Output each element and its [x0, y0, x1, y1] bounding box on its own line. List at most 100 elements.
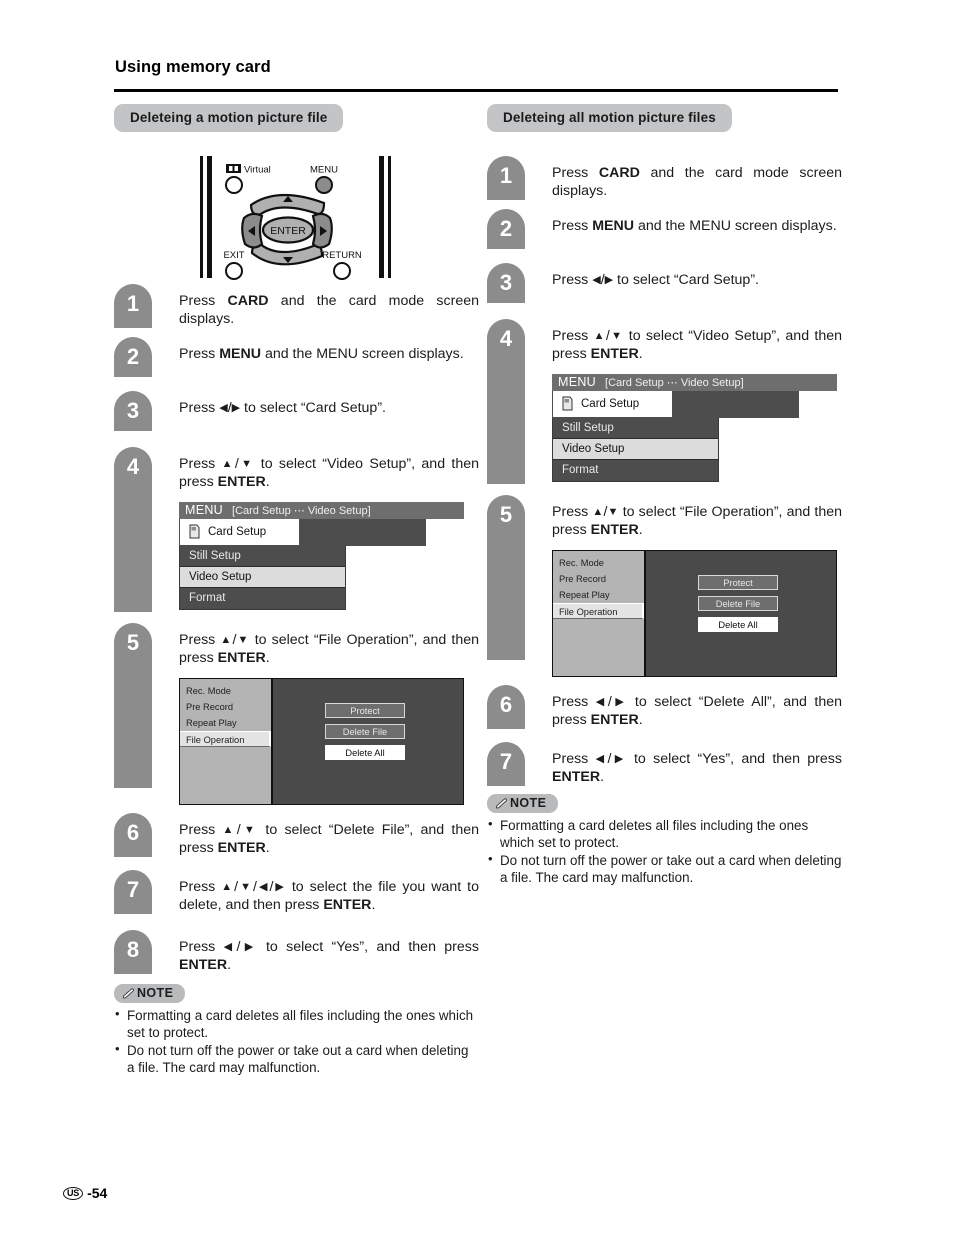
- osd-tab-label: Card Setup: [208, 525, 267, 538]
- step-4-number: 4: [114, 447, 152, 612]
- step-8-number: 8: [114, 930, 152, 974]
- osd-panel-item-pre-record[interactable]: Pre Record: [180, 699, 271, 715]
- osd-row-format[interactable]: Format: [553, 459, 718, 481]
- osd-panel-menu-list: Rec. Mode Pre Record Repeat Play File Op…: [553, 550, 646, 676]
- step-r7-text: Press ◀/▶ to select “Yes”, and then pres…: [552, 751, 842, 786]
- osd-button-delete-file[interactable]: Delete File: [698, 595, 778, 611]
- osd-tab-card-setup[interactable]: Card Setup: [179, 518, 300, 546]
- osd-row-still-setup[interactable]: Still Setup: [553, 417, 718, 439]
- pencil-icon: [122, 988, 135, 999]
- osd-menu-breadcrumb: [Card Setup ⋯ Video Setup]: [232, 504, 371, 517]
- right-column: Deleteing all motion picture files 1 Pre…: [487, 104, 842, 888]
- osd-panel-item-file-operation[interactable]: File Operation: [553, 602, 644, 619]
- left-steps: 1 Press CARD and the card mode screen di…: [114, 284, 479, 988]
- step-8-text: Press ◀/▶ to select “Yes”, and then pres…: [179, 939, 479, 974]
- step-8: 8 Press ◀/▶ to select “Yes”, and then pr…: [114, 930, 479, 988]
- osd-panel-item-pre-record[interactable]: Pre Record: [553, 571, 644, 587]
- step-1: 1 Press CARD and the card mode screen di…: [114, 284, 479, 337]
- step-4: 4 Press ▲/▼ to select “Video Setup”, and…: [114, 447, 479, 623]
- step-6-text: Press ▲/▼ to select “Delete File”, and t…: [179, 822, 480, 857]
- remote-control-illustration: Virtual MENU ENTER EXIT RETURN: [114, 152, 479, 284]
- svg-text:Virtual: Virtual: [244, 165, 271, 176]
- step-r2-text: Press MENU and the MENU screen displays.: [552, 218, 837, 234]
- step-r3-text: Press ◀/▶ to select “Card Setup”.: [552, 272, 759, 288]
- osd-panel-menu-list: Rec. Mode Pre Record Repeat Play File Op…: [180, 678, 273, 804]
- osd-panel-item-repeat-play[interactable]: Repeat Play: [180, 715, 271, 731]
- step-5: 5 Press ▲/▼ to select “File Operation”, …: [114, 623, 479, 813]
- step-r2: 2 Press MENU and the MENU screen display…: [487, 209, 842, 263]
- osd-tab-row: Card Setup: [552, 390, 837, 418]
- osd-panel-item-repeat-play[interactable]: Repeat Play: [553, 587, 644, 603]
- osd-file-operation-screenshot-right: Rec. Mode Pre Record Repeat Play File Op…: [552, 549, 837, 677]
- osd-button-protect[interactable]: Protect: [325, 702, 405, 718]
- note-list-right: Formatting a card deletes all files incl…: [487, 816, 842, 887]
- osd-menu-titlebar: MENU [Card Setup ⋯ Video Setup]: [179, 501, 464, 519]
- osd-button-delete-file[interactable]: Delete File: [325, 723, 405, 739]
- osd-panel-buttons: Protect Delete File Delete All: [273, 678, 463, 804]
- osd-row-video-setup[interactable]: Video Setup: [553, 438, 718, 460]
- step-2-number: 2: [114, 337, 152, 377]
- note-item: Do not turn off the power or take out a …: [487, 851, 842, 886]
- osd-menu-title: MENU: [185, 502, 224, 517]
- note-badge-text-left: NOTE: [137, 986, 174, 1000]
- step-r5: 5 Press ▲/▼ to select “File Operation”, …: [487, 495, 842, 685]
- manual-page: Using memory card Deleteing a motion pic…: [0, 0, 954, 1235]
- memory-card-icon: [562, 396, 573, 411]
- step-3-text: Press ◀/▶ to select “Card Setup”.: [179, 400, 386, 416]
- note-item: Formatting a card deletes all files incl…: [114, 1006, 479, 1041]
- osd-button-protect[interactable]: Protect: [698, 574, 778, 590]
- osd-menu-title: MENU: [558, 374, 597, 389]
- section-heading-left: Deleteing a motion picture file: [114, 104, 344, 132]
- step-7-text: Press ▲/▼/◀/▶ to select the file you wan…: [179, 879, 479, 914]
- region-mark: US: [63, 1186, 84, 1200]
- osd-row-format[interactable]: Format: [180, 587, 345, 609]
- osd-button-delete-all[interactable]: Delete All: [698, 616, 778, 632]
- osd-row-still-setup[interactable]: Still Setup: [180, 545, 345, 567]
- step-4-text: Press ▲/▼ to select “Video Setup”, and t…: [179, 456, 480, 491]
- note-block-right: NOTE Formatting a card deletes all files…: [487, 794, 842, 887]
- page-title: Using memory card: [115, 58, 271, 76]
- step-7: 7 Press ▲/▼/◀/▶ to select the file you w…: [114, 870, 479, 930]
- step-r5-text: Press ▲/▼ to select “File Operation”, an…: [552, 504, 842, 539]
- step-r1-text: Press CARD and the card mode screen disp…: [552, 165, 842, 200]
- svg-text:RETURN: RETURN: [322, 250, 362, 261]
- step-2-text: Press MENU and the MENU screen displays.: [179, 346, 464, 362]
- step-7-number: 7: [114, 870, 152, 914]
- osd-panel-item-rec-mode[interactable]: Rec. Mode: [180, 683, 271, 699]
- osd-row-video-setup[interactable]: Video Setup: [180, 566, 345, 588]
- osd-tab-card-setup[interactable]: Card Setup: [552, 390, 673, 418]
- page-footer: US -54: [63, 1185, 107, 1201]
- osd-tab-label: Card Setup: [581, 397, 640, 410]
- step-r3-number: 3: [487, 263, 525, 303]
- osd-button-delete-all[interactable]: Delete All: [325, 744, 405, 760]
- step-r1-number: 1: [487, 156, 525, 200]
- right-steps: 1 Press CARD and the card mode screen di…: [487, 156, 842, 800]
- step-r7-number: 7: [487, 742, 525, 786]
- step-3: 3 Press ◀/▶ to select “Card Setup”.: [114, 391, 479, 447]
- step-r4-number: 4: [487, 319, 525, 484]
- step-1-number: 1: [114, 284, 152, 328]
- note-item: Formatting a card deletes all files incl…: [487, 816, 842, 851]
- step-r6: 6 Press ◀/▶ to select “Delete All”, and …: [487, 685, 842, 742]
- title-divider: [114, 89, 838, 92]
- osd-menu-list: Still Setup Video Setup Format: [552, 417, 719, 482]
- step-1-text: Press CARD and the card mode screen disp…: [179, 293, 479, 328]
- step-r6-text: Press ◀/▶ to select “Delete All”, and th…: [552, 694, 842, 729]
- note-block-left: NOTE Formatting a card deletes all files…: [114, 984, 479, 1077]
- osd-tab-blank: [300, 518, 426, 546]
- section-heading-right: Deleteing all motion picture files: [487, 104, 732, 132]
- remote-control-svg: Virtual MENU ENTER EXIT RETURN: [200, 156, 391, 280]
- svg-text:MENU: MENU: [310, 165, 338, 176]
- step-r2-number: 2: [487, 209, 525, 249]
- osd-panel-item-rec-mode[interactable]: Rec. Mode: [553, 555, 644, 571]
- step-r6-number: 6: [487, 685, 525, 729]
- osd-menu-breadcrumb: [Card Setup ⋯ Video Setup]: [605, 376, 744, 389]
- step-r1: 1 Press CARD and the card mode screen di…: [487, 156, 842, 209]
- osd-panel-item-file-operation[interactable]: File Operation: [180, 730, 271, 747]
- osd-file-operation-screenshot-left: Rec. Mode Pre Record Repeat Play File Op…: [179, 677, 464, 805]
- memory-card-icon: [189, 524, 200, 539]
- osd-tab-row: Card Setup: [179, 518, 464, 546]
- osd-tab-blank: [673, 390, 799, 418]
- step-r3: 3 Press ◀/▶ to select “Card Setup”.: [487, 263, 842, 319]
- step-2: 2 Press MENU and the MENU screen display…: [114, 337, 479, 391]
